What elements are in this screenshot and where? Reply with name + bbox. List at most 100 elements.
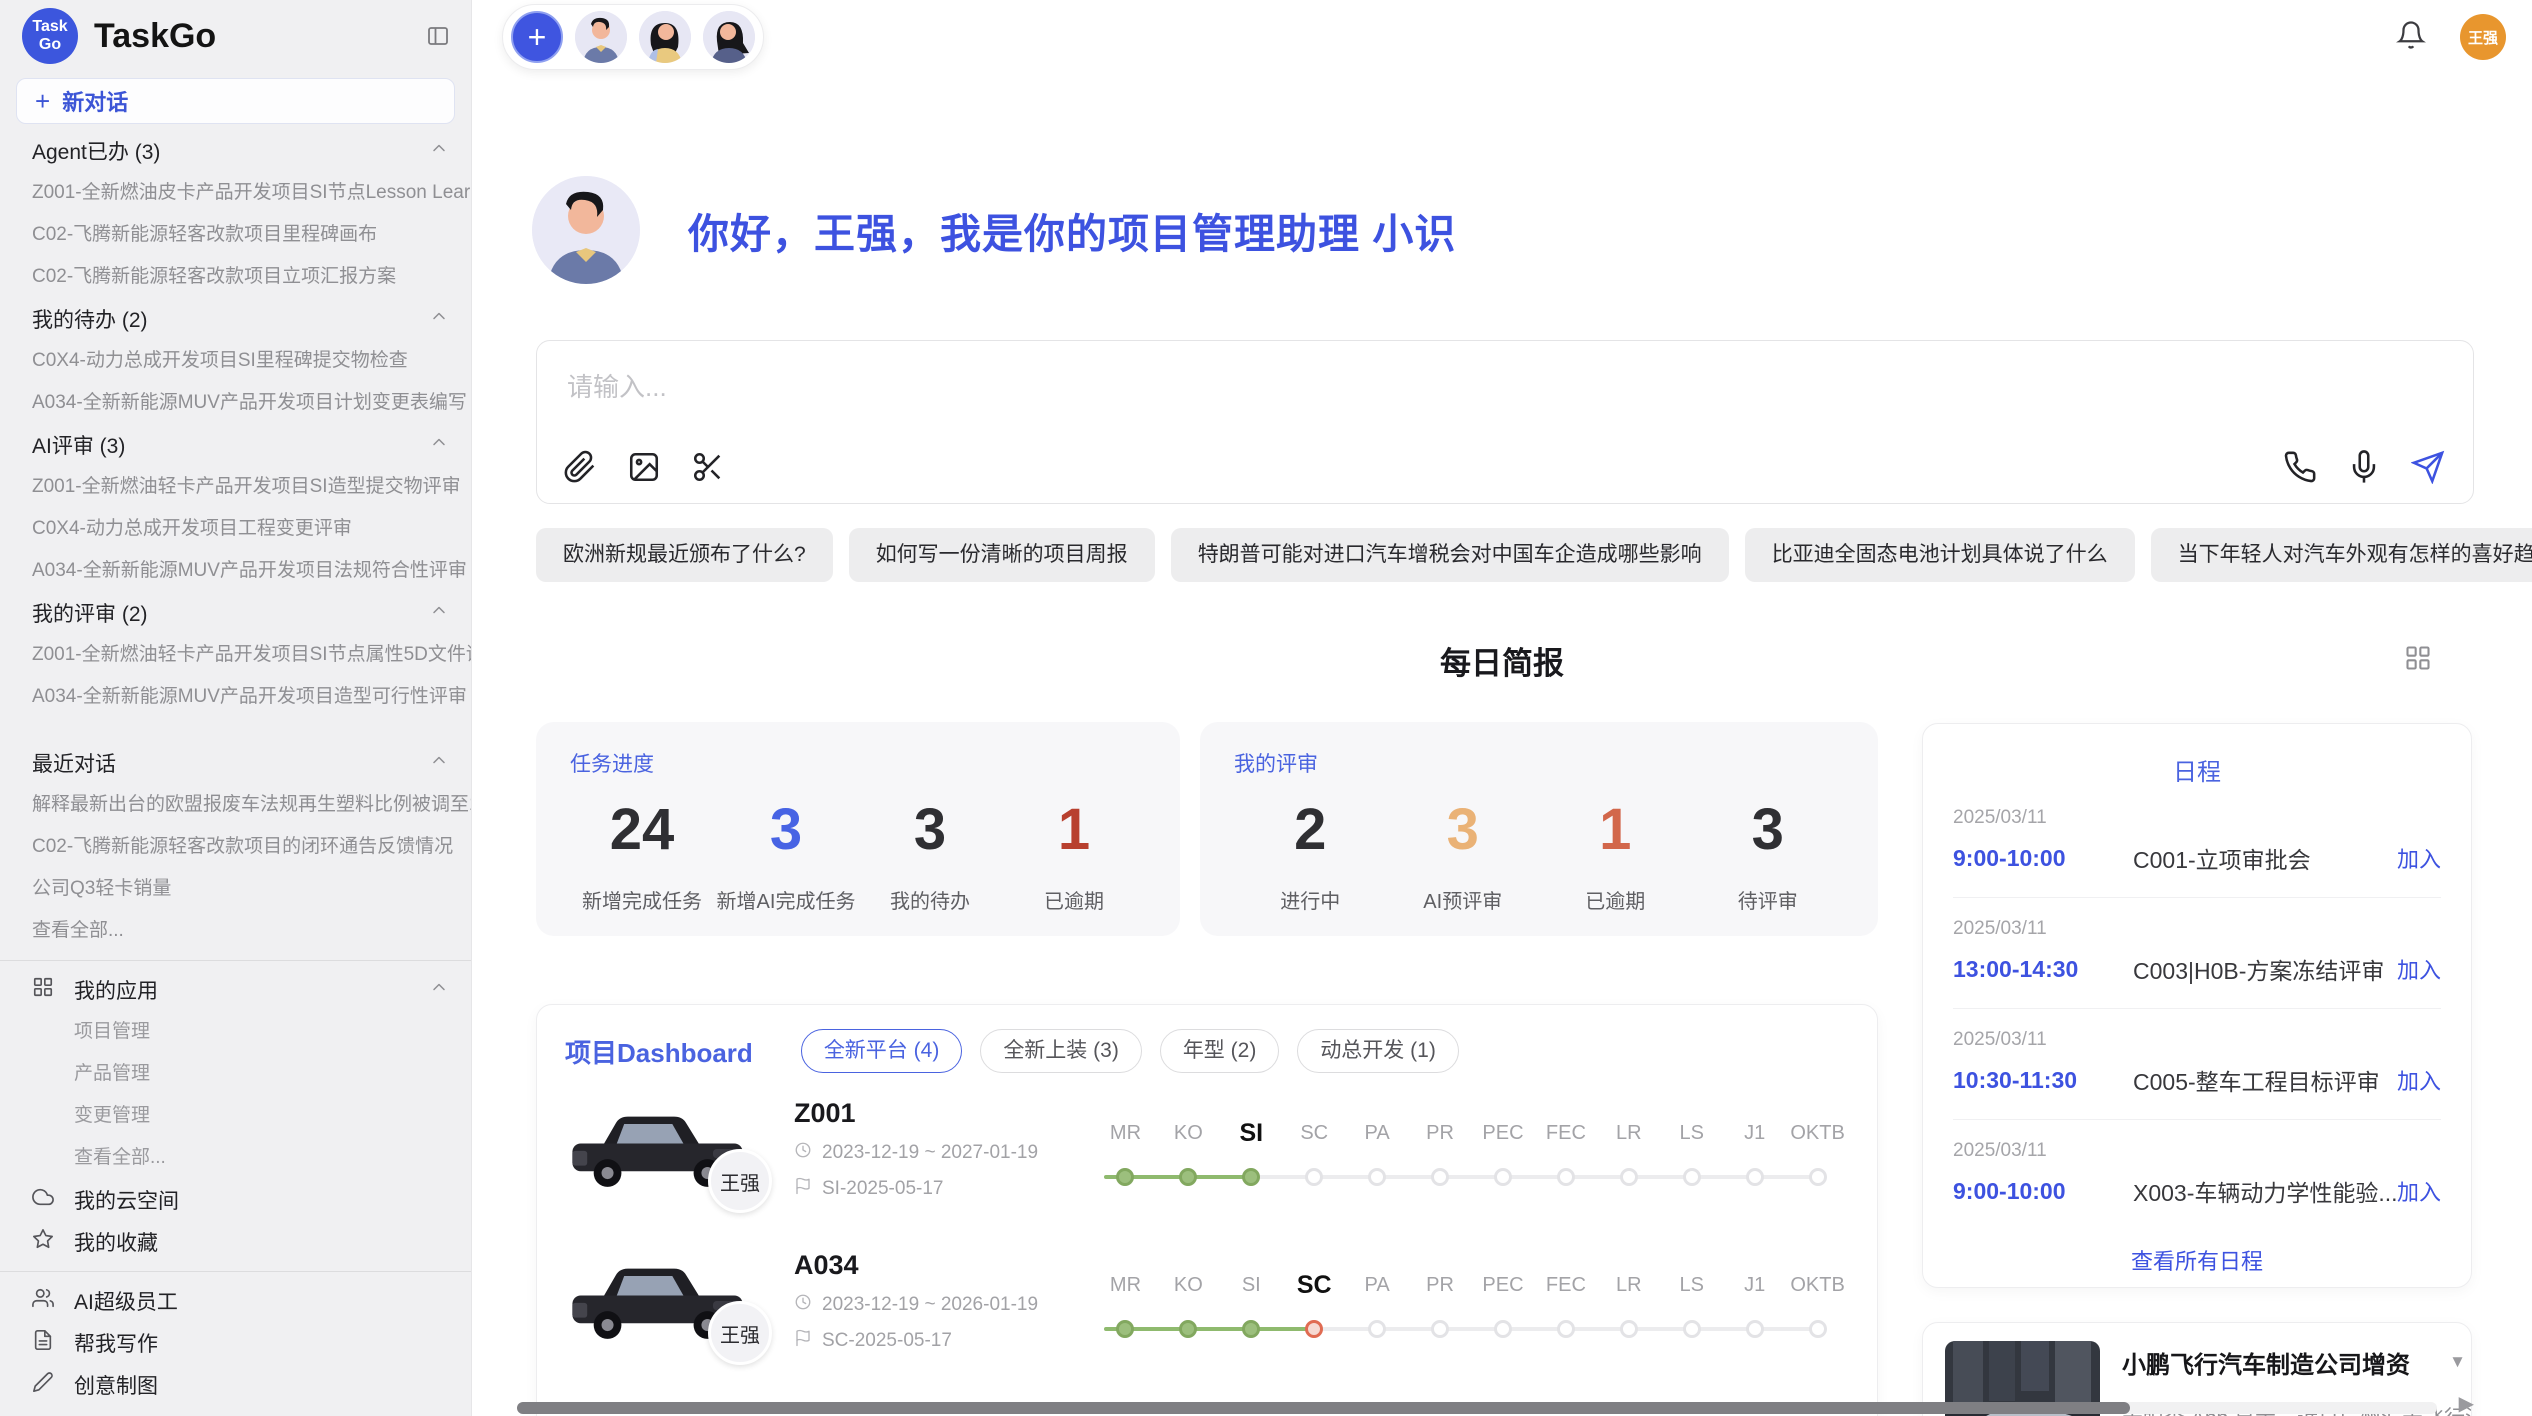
sidebar-section-header[interactable]: 最近对话 bbox=[0, 742, 471, 784]
chevron-up-icon[interactable] bbox=[429, 977, 449, 1003]
user-avatar[interactable]: 王强 bbox=[2460, 14, 2506, 60]
sidebar-item[interactable]: C02-飞腾新能源轻客改款项目立项汇报方案 bbox=[0, 256, 471, 298]
chevron-up-icon[interactable] bbox=[429, 306, 449, 332]
dashboard-tab[interactable]: 全新上装 (3) bbox=[980, 1029, 1142, 1073]
milestone-label: LR bbox=[1616, 1270, 1642, 1300]
sidebar-item[interactable]: C02-飞腾新能源轻客改款项目里程碑画布 bbox=[0, 214, 471, 256]
sidebar-section-my-apps[interactable]: 我的应用 bbox=[0, 969, 471, 1011]
milestone-dot bbox=[1809, 1320, 1827, 1338]
scroll-right-arrow-icon[interactable]: ▶ bbox=[2459, 1391, 2474, 1416]
milestone-label: OKTB bbox=[1790, 1270, 1844, 1300]
view-all-schedule-link[interactable]: 查看所有日程 bbox=[1953, 1244, 2441, 1276]
phone-icon[interactable] bbox=[2283, 450, 2317, 489]
milestone-dot bbox=[1179, 1168, 1197, 1186]
horizontal-scrollbar[interactable] bbox=[517, 1402, 2437, 1414]
project-date-range: 2023-12-19 ~ 2027-01-19 bbox=[794, 1141, 1094, 1165]
sidebar-item[interactable]: A034-全新新能源MUV产品开发项目计划变更表编写 bbox=[0, 382, 471, 424]
send-icon[interactable] bbox=[2411, 450, 2445, 489]
chevron-up-icon[interactable] bbox=[429, 432, 449, 458]
project-dates-text: 2023-12-19 ~ 2027-01-19 bbox=[822, 1142, 1038, 1164]
brief-stat-label: 待评审 bbox=[1692, 885, 1845, 914]
milestone-dot bbox=[1746, 1320, 1764, 1338]
agent-avatar-1[interactable] bbox=[575, 11, 627, 63]
new-chat-button[interactable]: + 新对话 bbox=[16, 78, 455, 124]
sidebar-app-item[interactable]: 变更管理 bbox=[0, 1095, 471, 1137]
sidebar-item[interactable]: Z001-全新燃油轻卡产品开发项目SI节点属性5D文件评审 bbox=[0, 634, 471, 676]
schedule-item[interactable]: 2025/03/1113:00-14:30C003|H0B-方案冻结评审加入 bbox=[1953, 897, 2441, 1008]
sidebar-section-label: 我的待办 (2) bbox=[32, 304, 148, 334]
sidebar-item-people[interactable]: AI超级员工 bbox=[0, 1280, 471, 1322]
sidebar-item[interactable]: 公司Q3轻卡销量 bbox=[0, 868, 471, 910]
milestone-label: SC bbox=[1300, 1118, 1328, 1148]
schedule-item[interactable]: 2025/03/1110:30-11:30C005-整车工程目标评审加入 bbox=[1953, 1008, 2441, 1119]
sidebar-item-doc[interactable]: 帮我写作 bbox=[0, 1322, 471, 1364]
chat-input[interactable] bbox=[537, 341, 2473, 503]
brief-stat: 2进行中 bbox=[1234, 796, 1387, 914]
schedule-item[interactable]: 2025/03/119:00-10:00C001-立项审批会加入 bbox=[1953, 787, 2441, 897]
sidebar: Task Go TaskGo + 新对话 Agent已办 (3)Z001-全新燃… bbox=[0, 0, 472, 1416]
scroll-down-arrow-icon[interactable]: ▼ bbox=[2449, 1352, 2466, 1372]
dashboard-tab[interactable]: 年型 (2) bbox=[1160, 1029, 1280, 1073]
project-date-range: 2023-12-19 ~ 2026-01-19 bbox=[794, 1293, 1094, 1317]
agent-avatar-2[interactable] bbox=[639, 11, 691, 63]
sidebar-item-cloud[interactable]: 我的云空间 bbox=[0, 1179, 471, 1221]
sidebar-item[interactable]: Z001-全新燃油轻卡产品开发项目SI造型提交物评审 bbox=[0, 466, 471, 508]
brief-stat: 3待评审 bbox=[1692, 796, 1845, 914]
suggestion-chip[interactable]: 欧洲新规最近颁布了什么? bbox=[536, 528, 833, 582]
schedule-item[interactable]: 2025/03/119:00-10:00X003-车辆动力学性能验...加入 bbox=[1953, 1119, 2441, 1230]
sidebar-app-item[interactable]: 查看全部... bbox=[0, 1137, 471, 1179]
project-row[interactable]: 王强A0342023-12-19 ~ 2026-01-19SC-2025-05-… bbox=[565, 1225, 1849, 1377]
add-agent-button[interactable]: + bbox=[511, 11, 563, 63]
milestone-dot bbox=[1242, 1168, 1260, 1186]
sidebar-item[interactable]: A034-全新新能源MUV产品开发项目法规符合性评审 bbox=[0, 550, 471, 592]
chevron-up-icon[interactable] bbox=[429, 138, 449, 164]
agent-avatar-3[interactable] bbox=[703, 11, 755, 63]
sidebar-app-item[interactable]: 项目管理 bbox=[0, 1011, 471, 1053]
chevron-up-icon[interactable] bbox=[429, 750, 449, 776]
suggestion-chip[interactable]: 比亚迪全固态电池计划具体说了什么 bbox=[1745, 528, 2135, 582]
dashboard-tab[interactable]: 动总开发 (1) bbox=[1297, 1029, 1459, 1073]
image-icon[interactable] bbox=[627, 450, 661, 489]
milestone-label: PEC bbox=[1482, 1270, 1523, 1300]
brief-card-stats: 2进行中3AI预评审1已逾期3待评审 bbox=[1234, 796, 1844, 914]
sidebar-item[interactable]: C0X4-动力总成开发项目SI里程碑提交物检查 bbox=[0, 340, 471, 382]
scissors-icon[interactable] bbox=[691, 450, 725, 489]
schedule-meeting-title: C003|H0B-方案冻结评审 bbox=[2133, 952, 2397, 986]
milestone-dot bbox=[1683, 1168, 1701, 1186]
dashboard-tab[interactable]: 全新平台 (4) bbox=[801, 1029, 963, 1073]
suggestion-chip[interactable]: 当下年轻人对汽车外观有怎样的喜好趋势 bbox=[2151, 528, 2532, 582]
sidebar-item[interactable]: 查看全部... bbox=[0, 910, 471, 952]
sidebar-item[interactable]: C02-飞腾新能源轻客改款项目的闭环通告反馈情况 bbox=[0, 826, 471, 868]
suggestion-chip[interactable]: 如何写一份清晰的项目周报 bbox=[849, 528, 1155, 582]
sidebar-item[interactable]: 解释最新出台的欧盟报废车法规再生塑料比例被调至15%... bbox=[0, 784, 471, 826]
sidebar-item-pen[interactable]: 创意制图 bbox=[0, 1364, 471, 1406]
suggestion-chip[interactable]: 特朗普可能对进口汽车增税会对中国车企造成哪些影响 bbox=[1171, 528, 1729, 582]
project-row[interactable]: 王强Z0012023-12-19 ~ 2027-01-19SI-2025-05-… bbox=[565, 1073, 1849, 1225]
sidebar-nav-label: 我的云空间 bbox=[74, 1185, 179, 1215]
brief-stat-label: 已逾期 bbox=[1539, 885, 1692, 914]
attachment-icon[interactable] bbox=[563, 450, 597, 489]
join-meeting-link[interactable]: 加入 bbox=[2397, 842, 2441, 874]
sidebar-item[interactable]: C0X4-动力总成开发项目工程变更评审 bbox=[0, 508, 471, 550]
microphone-icon[interactable] bbox=[2347, 450, 2381, 489]
sidebar-item[interactable]: A034-全新新能源MUV产品开发项目造型可行性评审 bbox=[0, 676, 471, 718]
collapse-sidebar-icon[interactable] bbox=[425, 24, 451, 53]
layout-grid-icon[interactable] bbox=[2404, 644, 2432, 677]
notification-bell-icon[interactable] bbox=[2396, 20, 2426, 55]
sidebar-section-header[interactable]: AI评审 (3) bbox=[0, 424, 471, 466]
sidebar-section-header[interactable]: 我的待办 (2) bbox=[0, 298, 471, 340]
sidebar-app-item[interactable]: 产品管理 bbox=[0, 1053, 471, 1095]
join-meeting-link[interactable]: 加入 bbox=[2397, 1175, 2441, 1207]
brief-card: 任务进度24新增完成任务3新增AI完成任务3我的待办1已逾期 bbox=[536, 722, 1180, 936]
milestone-label: J1 bbox=[1744, 1270, 1765, 1300]
sidebar-section-header[interactable]: 我的评审 (2) bbox=[0, 592, 471, 634]
milestone-track: MRKOSISCPAPRPECFECLRLSJ1OKTB bbox=[1094, 1270, 1849, 1338]
join-meeting-link[interactable]: 加入 bbox=[2397, 1064, 2441, 1096]
scrollbar-thumb[interactable] bbox=[517, 1402, 2130, 1414]
sidebar-item[interactable]: Z001-全新燃油皮卡产品开发项目SI节点Lesson Learn报告 bbox=[0, 172, 471, 214]
sidebar-item-star[interactable]: 我的收藏 bbox=[0, 1221, 471, 1263]
chevron-up-icon[interactable] bbox=[429, 600, 449, 626]
sidebar-section-header[interactable]: Agent已办 (3) bbox=[0, 130, 471, 172]
daily-brief-cards: 任务进度24新增完成任务3新增AI完成任务3我的待办1已逾期我的评审2进行中3A… bbox=[536, 722, 1878, 936]
join-meeting-link[interactable]: 加入 bbox=[2397, 953, 2441, 985]
